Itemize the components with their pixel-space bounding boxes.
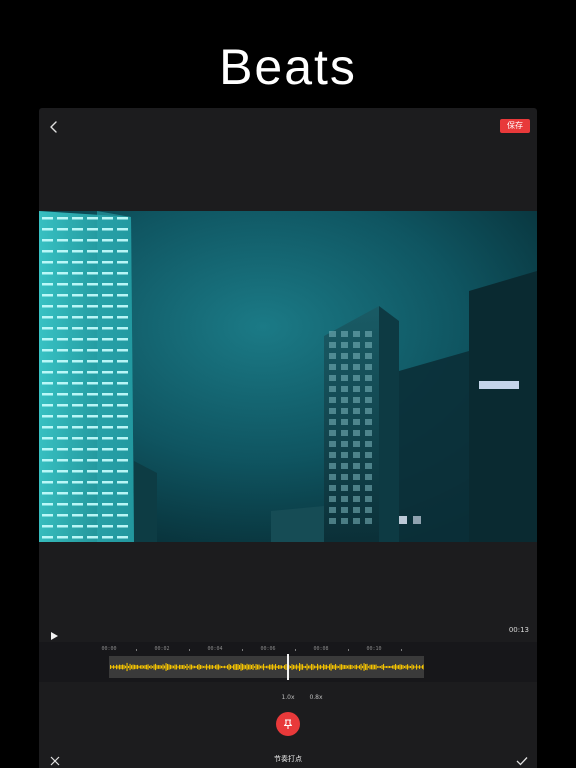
tick-dot [135,649,137,651]
tick-dot [294,649,296,651]
playback-controls: 00:13 [39,624,537,640]
tick-dot [241,649,243,651]
mode-title: 节奏打点 [274,755,302,763]
add-beat-button[interactable] [276,712,300,736]
tick-dot [347,649,349,651]
duration-label: 00:13 [508,626,529,634]
speed-option[interactable]: 0.8x [309,694,322,701]
bottom-bar: 节奏打点 [39,748,537,768]
play-icon [51,632,58,640]
confirm-button[interactable] [515,752,529,766]
tick-label: 00:06 [260,646,276,652]
check-icon [516,757,528,766]
beat-timeline[interactable]: 00:00 00:02 00:04 00:06 00:08 00:10 [39,642,537,682]
audio-waveform[interactable] [109,656,425,678]
back-button[interactable] [45,118,63,136]
tick-label: 00:00 [101,646,117,652]
app-window: 保存 00:13 00:00 00:02 00:04 00:06 00:08 0… [39,108,537,768]
tick-label: 00:04 [207,646,223,652]
speed-option[interactable]: 1.0x [281,694,294,701]
video-preview [39,211,537,542]
tick-label: 00:10 [366,646,382,652]
time-ruler: 00:00 00:02 00:04 00:06 00:08 00:10 [101,646,431,656]
tick-label: 00:02 [154,646,170,652]
tick-dot [400,649,402,651]
tick-dot [188,649,190,651]
waveform-graphic [110,662,425,672]
hero-title: Beats [219,39,357,95]
play-button[interactable] [49,626,59,640]
back-arrow-icon [50,121,57,133]
pin-icon [283,719,293,729]
playhead[interactable] [287,654,289,680]
speed-options: 1.0x 0.8x [39,694,537,704]
save-button[interactable]: 保存 [500,119,530,133]
video-frame [39,211,537,542]
tick-label: 00:08 [313,646,329,652]
top-bar: 保存 [39,108,537,144]
